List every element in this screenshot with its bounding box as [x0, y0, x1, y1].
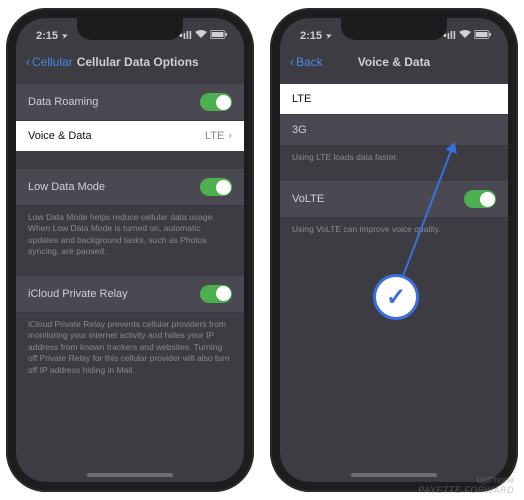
toggle-data-roaming[interactable]	[200, 93, 232, 111]
chevron-right-icon: ›	[228, 130, 232, 142]
row-volte[interactable]: VoLTE	[280, 181, 508, 218]
notch	[77, 18, 183, 40]
toggle-volte[interactable]	[464, 190, 496, 208]
section-volte: VoLTE Using VoLTE can improve voice qual…	[280, 181, 508, 235]
check-icon: ✓	[386, 283, 406, 312]
battery-icon	[210, 30, 228, 42]
note-lte: Using LTE loads data faster.	[280, 146, 508, 163]
nav-back-label: Cellular	[32, 55, 73, 69]
nav-back-button[interactable]: ‹ Cellular	[26, 55, 73, 69]
status-time: 2:15	[300, 30, 322, 42]
label: Low Data Mode	[28, 181, 105, 193]
note-low-data: Low Data Mode helps reduce cellular data…	[16, 206, 244, 258]
toggle-icloud-relay[interactable]	[200, 285, 232, 303]
screen-left: 2:15 ➤ •ıll ‹ Cellular Cellular Data Opt…	[16, 18, 244, 482]
nav-bar: ‹ Back Voice & Data	[280, 46, 508, 78]
row-low-data-mode[interactable]: Low Data Mode	[16, 169, 244, 206]
location-icon: ➤	[61, 31, 69, 41]
row-lte[interactable]: LTE	[280, 84, 508, 115]
label: VoLTE	[292, 193, 324, 205]
tutorial-check-badge: ✓	[373, 274, 419, 320]
nav-bar: ‹ Cellular Cellular Data Options	[16, 46, 244, 78]
row-icloud-relay[interactable]: iCloud Private Relay	[16, 276, 244, 313]
notch	[341, 18, 447, 40]
battery-icon	[474, 30, 492, 42]
watermark: UpPhone PAYETTE FORWARD	[418, 476, 514, 496]
section-network-options: LTE 3G Using LTE loads data faster.	[280, 84, 508, 163]
section-icloud-relay: iCloud Private Relay iCloud Private Rela…	[16, 276, 244, 376]
label: Voice & Data	[28, 130, 92, 142]
label: iCloud Private Relay	[28, 288, 128, 300]
watermark-line2: PAYETTE FORWARD	[418, 486, 514, 496]
location-icon: ➤	[325, 31, 333, 41]
label: 3G	[292, 124, 307, 136]
wifi-icon	[459, 30, 471, 42]
phone-left: 2:15 ➤ •ıll ‹ Cellular Cellular Data Opt…	[6, 8, 254, 492]
section-low-data: Low Data Mode Low Data Mode helps reduce…	[16, 169, 244, 258]
phone-right: 2:15 ➤ •ıll ‹ Back Voice & Data	[270, 8, 518, 492]
toggle-low-data-mode[interactable]	[200, 178, 232, 196]
row-data-roaming[interactable]: Data Roaming	[16, 84, 244, 121]
nav-back-button[interactable]: ‹ Back	[290, 55, 323, 69]
screen-right: 2:15 ➤ •ıll ‹ Back Voice & Data	[280, 18, 508, 482]
label: Data Roaming	[28, 96, 98, 108]
value: LTE	[205, 130, 224, 142]
status-time: 2:15	[36, 30, 58, 42]
label: LTE	[292, 93, 311, 105]
section-data-roaming: Data Roaming Voice & Data LTE ›	[16, 84, 244, 151]
note-icloud-relay: iCloud Private Relay prevents cellular p…	[16, 313, 244, 376]
nav-back-label: Back	[296, 55, 323, 69]
row-voice-data[interactable]: Voice & Data LTE ›	[16, 121, 244, 151]
chevron-left-icon: ‹	[26, 55, 30, 69]
chevron-left-icon: ‹	[290, 55, 294, 69]
note-volte: Using VoLTE can improve voice quality.	[280, 218, 508, 235]
nav-title: Cellular Data Options	[77, 55, 199, 69]
wifi-icon	[195, 30, 207, 42]
row-3g[interactable]: 3G	[280, 115, 508, 146]
home-indicator[interactable]	[87, 473, 173, 477]
